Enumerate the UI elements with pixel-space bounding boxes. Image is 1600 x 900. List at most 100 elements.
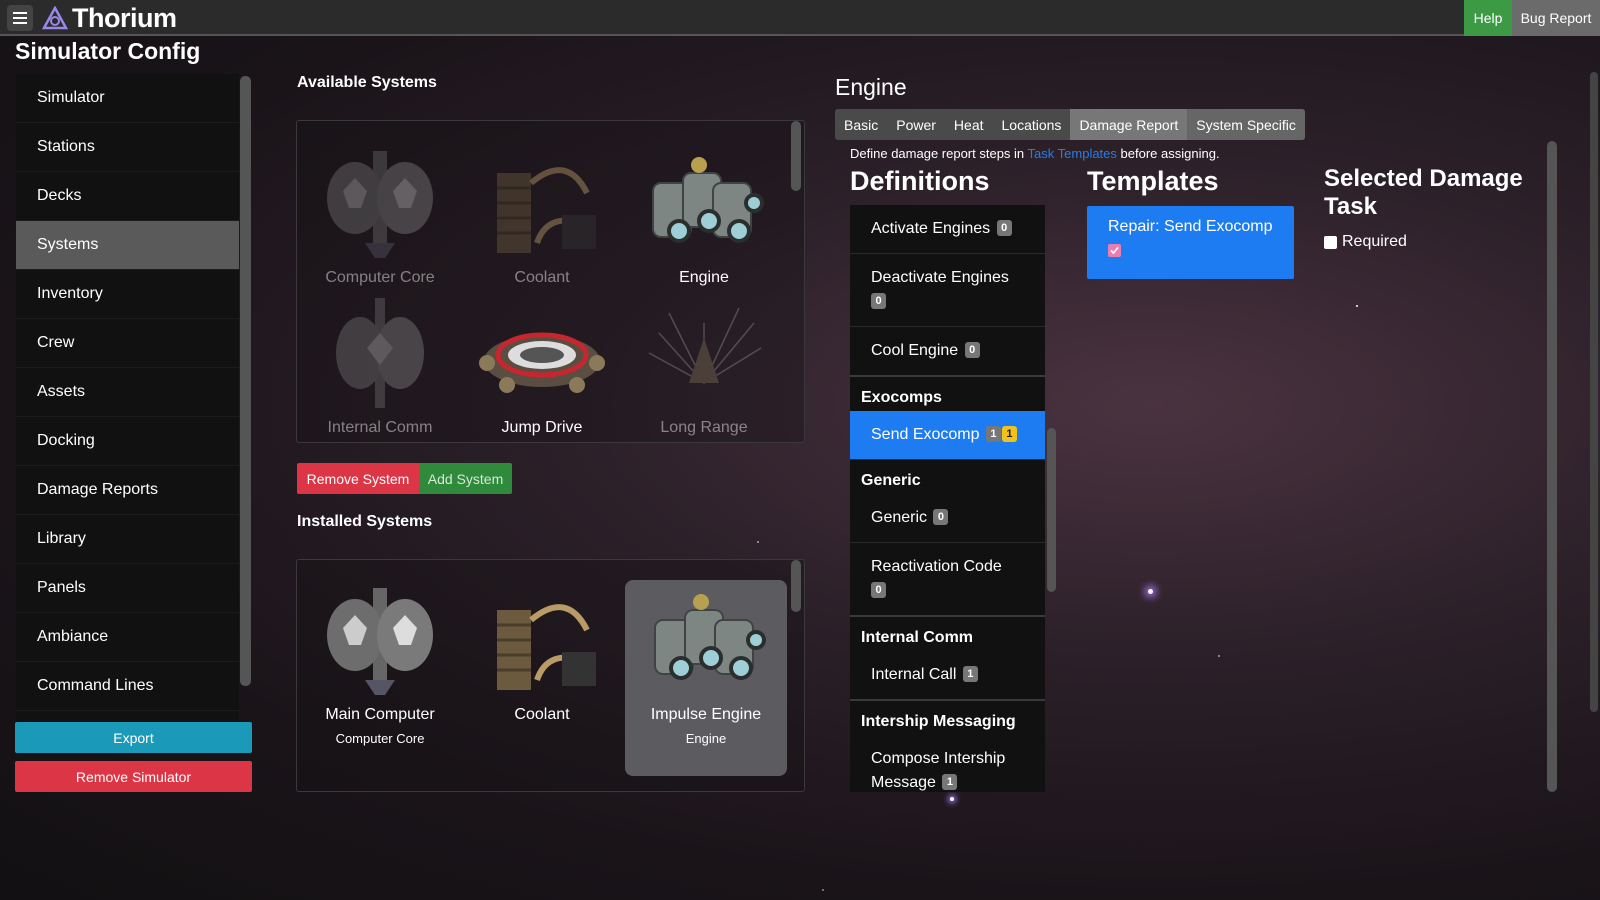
installed-system-type: Computer Core	[335, 731, 425, 746]
template-checkbox[interactable]	[1108, 244, 1121, 257]
sidebar-item-library[interactable]: Library	[16, 515, 239, 564]
definition-group-header: Exocomps	[850, 377, 1045, 411]
template-label: Repair: Send Exocomp	[1108, 218, 1273, 235]
hamburger-menu-button[interactable]	[7, 5, 33, 31]
installed-system-card-selected[interactable]: Impulse Engine Engine	[625, 580, 787, 776]
system-card-jump-drive[interactable]: Jump Drive	[461, 293, 623, 437]
definition-item[interactable]: Internal Call 1	[850, 651, 1045, 701]
export-button[interactable]: Export	[15, 722, 252, 753]
config-sidebar: Simulator Stations Decks Systems Invento…	[16, 74, 239, 724]
definition-label: Internal Call	[871, 666, 957, 683]
system-card-coolant[interactable]: Coolant	[461, 143, 623, 287]
page-scrollbar[interactable]	[1590, 72, 1598, 712]
sidebar-item-stations[interactable]: Stations	[16, 123, 239, 172]
installed-system-card[interactable]: Coolant	[461, 580, 623, 776]
installed-systems-list: Main Computer Computer Core Coolant Impu…	[296, 559, 805, 792]
checkmark-icon	[1110, 246, 1119, 255]
tab-heat[interactable]: Heat	[945, 109, 993, 140]
sidebar-item-assets[interactable]: Assets	[16, 368, 239, 417]
definition-label: Cool Engine	[871, 342, 959, 359]
star-decoration	[757, 541, 759, 543]
remove-system-button[interactable]: Remove System	[297, 463, 419, 494]
coolant-icon	[497, 167, 596, 253]
bug-report-button[interactable]: Bug Report	[1512, 0, 1600, 36]
definition-item-selected[interactable]: Send Exocomp 11	[850, 411, 1045, 460]
sidebar-item-ambiance[interactable]: Ambiance	[16, 613, 239, 662]
available-systems-heading: Available Systems	[297, 74, 437, 91]
definition-group-header: Intership Messaging	[850, 701, 1045, 735]
count-badge: 0	[964, 342, 980, 358]
sidebar-item-crew[interactable]: Crew	[16, 319, 239, 368]
installed-system-card[interactable]: Main Computer Computer Core	[299, 580, 461, 776]
sidebar-item-docking[interactable]: Docking	[16, 417, 239, 466]
sidebar-item-panels[interactable]: Panels	[16, 564, 239, 613]
count-badge: 1	[985, 426, 1001, 442]
system-card-long-range[interactable]: Long Range	[623, 293, 785, 437]
required-label: Required	[1342, 233, 1407, 250]
star-decoration	[950, 797, 954, 801]
system-card-label: Long Range	[660, 419, 748, 436]
hamburger-icon	[13, 12, 27, 24]
count-badge: 0	[871, 582, 886, 598]
definition-item[interactable]: Generic 0	[850, 494, 1045, 543]
page-title: Simulator Config	[15, 38, 201, 64]
task-templates-link[interactable]: Task Templates	[1028, 146, 1117, 161]
sidebar-item-decks[interactable]: Decks	[16, 172, 239, 221]
selected-damage-task-heading: Selected Damage Task	[1324, 165, 1523, 220]
definition-label: Send Exocomp	[871, 426, 980, 443]
system-detail-title: Engine	[835, 74, 907, 100]
tab-locations[interactable]: Locations	[993, 109, 1071, 140]
star-decoration	[1148, 589, 1153, 594]
system-card-computer-core[interactable]: Computer Core	[299, 143, 461, 287]
system-card-label: Coolant	[514, 269, 570, 286]
help-button[interactable]: Help	[1464, 0, 1512, 36]
definition-item[interactable]: Reactivation Code 0	[850, 543, 1045, 617]
system-card-label: Internal Comm	[327, 419, 433, 436]
count-badge: 0	[933, 509, 949, 525]
assigned-badge: 1	[1001, 426, 1017, 442]
remove-simulator-button[interactable]: Remove Simulator	[15, 761, 252, 792]
available-systems-list: Computer Core Coolant Engine Internal Co…	[296, 120, 805, 443]
required-toggle[interactable]: Required	[1324, 233, 1407, 251]
installed-system-type: Engine	[685, 731, 727, 746]
definition-item[interactable]: Activate Engines 0	[850, 205, 1045, 254]
panel-scrollbar[interactable]	[1547, 141, 1557, 792]
tab-damage-report[interactable]: Damage Report	[1070, 109, 1188, 140]
tab-system-specific[interactable]: System Specific	[1187, 109, 1305, 140]
system-card-internal-comm[interactable]: Internal Comm	[299, 293, 461, 437]
definition-item[interactable]: Compose Intership Message 1	[850, 735, 1045, 792]
template-card[interactable]: Repair: Send Exocomp	[1087, 206, 1294, 279]
system-card-label: Jump Drive	[501, 419, 583, 436]
sidebar-scrollbar[interactable]	[240, 76, 251, 686]
thorium-logo-icon	[42, 5, 68, 29]
star-decoration	[1218, 655, 1220, 657]
definition-group-header: Internal Comm	[850, 617, 1045, 651]
templates-heading: Templates	[1087, 166, 1219, 196]
sidebar-item-command-lines[interactable]: Command Lines	[16, 662, 239, 711]
system-card-engine[interactable]: Engine	[623, 143, 785, 287]
computer-core-icon	[327, 588, 433, 695]
definitions-heading: Definitions	[850, 166, 990, 196]
definition-label: Reactivation Code	[871, 558, 1002, 575]
installed-system-label: Main Computer	[325, 706, 435, 723]
tab-power[interactable]: Power	[887, 109, 945, 140]
sidebar-item-damage-reports[interactable]: Damage Reports	[16, 466, 239, 515]
brand[interactable]: Thorium	[42, 3, 177, 34]
definitions-scrollbar[interactable]	[1047, 428, 1056, 592]
definitions-list: Activate Engines 0 Deactivate Engines 0 …	[850, 205, 1045, 792]
top-navbar: Thorium Help Bug Report	[0, 0, 1600, 36]
sidebar-item-simulator[interactable]: Simulator	[16, 74, 239, 123]
sidebar-item-systems[interactable]: Systems	[16, 221, 239, 270]
definition-item[interactable]: Cool Engine 0	[850, 327, 1045, 377]
internal-comm-icon	[336, 298, 424, 408]
installed-systems-heading: Installed Systems	[297, 513, 433, 530]
star-decoration	[1356, 305, 1358, 307]
tab-basic[interactable]: Basic	[835, 109, 887, 140]
required-checkbox[interactable]	[1324, 235, 1337, 249]
installed-systems-scrollbar[interactable]	[791, 560, 801, 612]
star-decoration	[822, 889, 824, 891]
available-systems-scrollbar[interactable]	[791, 121, 801, 191]
sidebar-item-inventory[interactable]: Inventory	[16, 270, 239, 319]
add-system-button[interactable]: Add System	[419, 463, 512, 494]
definition-item[interactable]: Deactivate Engines 0	[850, 254, 1045, 327]
